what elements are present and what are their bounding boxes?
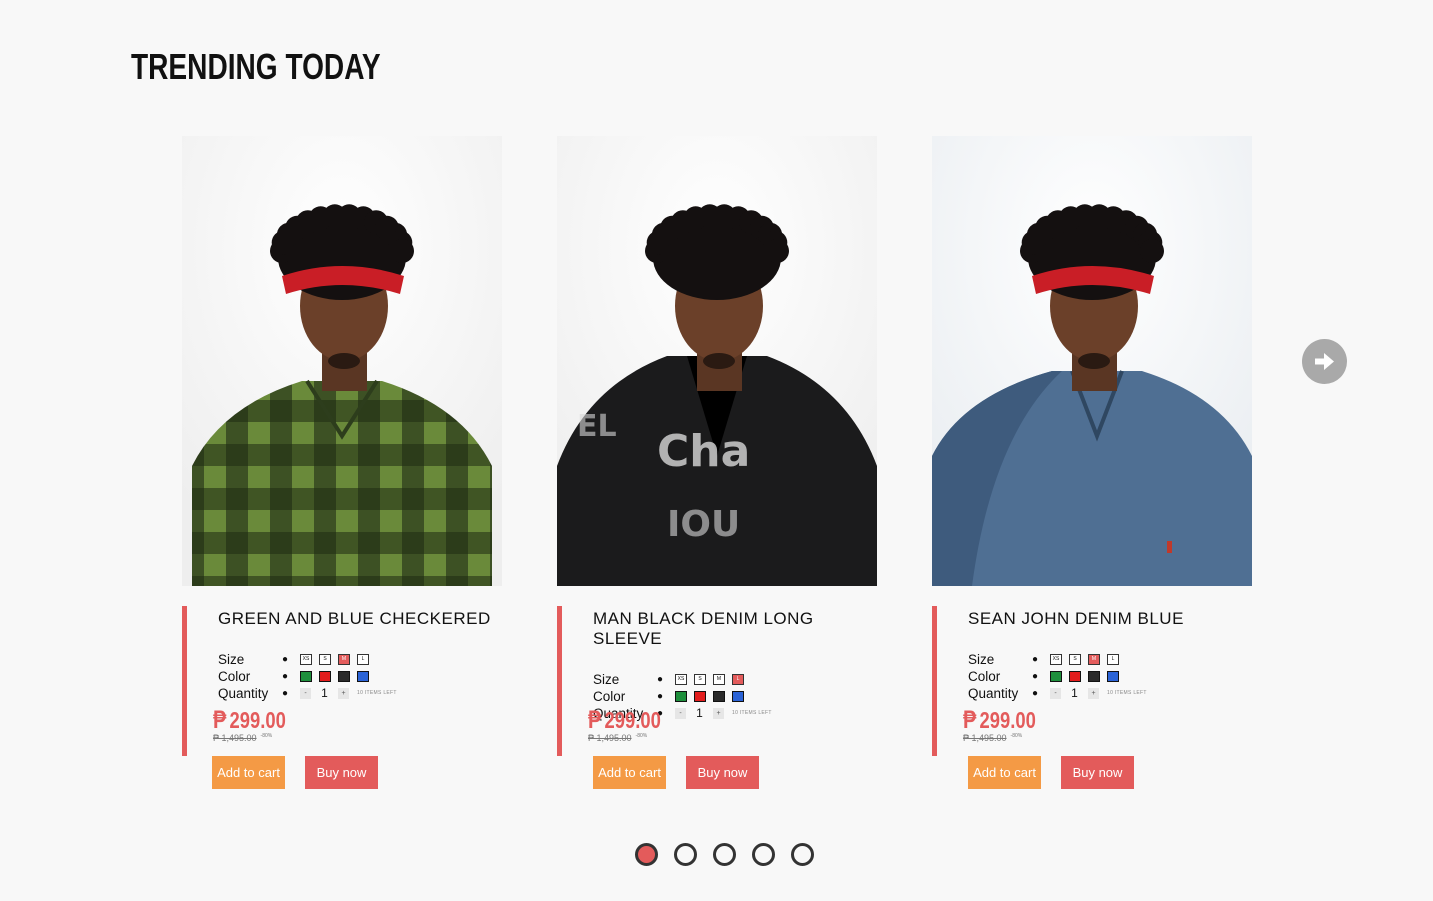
size-option-s[interactable]: S bbox=[319, 654, 331, 665]
discount-badge: -80% bbox=[1010, 733, 1023, 739]
quantity-value[interactable]: 1 bbox=[311, 685, 338, 702]
original-price-value: ₱ 1,495.00 bbox=[588, 733, 632, 743]
color-swatch[interactable] bbox=[1069, 671, 1081, 682]
product-name[interactable]: GREEN AND BLUE CHECKERED bbox=[218, 606, 502, 629]
buy-now-button[interactable]: Buy now bbox=[1061, 756, 1134, 789]
svg-text:EL: EL bbox=[577, 409, 617, 444]
product-info: GREEN AND BLUE CHECKERED Size ● XS S M L Color ●… bbox=[182, 606, 502, 756]
carousel-dot[interactable] bbox=[752, 843, 775, 866]
currency-symbol: ₱ bbox=[588, 706, 602, 734]
currency-symbol: ₱ bbox=[963, 706, 977, 734]
size-label: Size bbox=[218, 652, 245, 667]
size-option-s[interactable]: S bbox=[694, 674, 706, 685]
quantity-decrease-button[interactable]: - bbox=[1050, 688, 1061, 699]
size-option-l[interactable]: L bbox=[732, 674, 744, 685]
svg-text:IOU: IOU bbox=[667, 504, 740, 545]
buy-now-button[interactable]: Buy now bbox=[686, 756, 759, 789]
price-value: 299.00 bbox=[604, 707, 661, 733]
stock-left-text: 10 ITEMS LEFT bbox=[357, 690, 397, 696]
product-name[interactable]: MAN BLACK DENIM LONG SLEEVE bbox=[593, 606, 877, 649]
product-options: Size ● XS S M L Color ● Quantity ● -1 +10 ITEMS LEF… bbox=[218, 652, 397, 702]
carousel-next-button[interactable] bbox=[1302, 339, 1347, 384]
size-option-m[interactable]: M bbox=[713, 674, 725, 685]
add-to-cart-button[interactable]: Add to cart bbox=[593, 756, 666, 789]
product-card: GREEN AND BLUE CHECKERED Size ● XS S M L Color ●… bbox=[182, 136, 502, 789]
section-title: TRENDING TODAY bbox=[131, 46, 381, 87]
stock-left-text: 10 ITEMS LEFT bbox=[1107, 690, 1147, 696]
product-info: SEAN JOHN DENIM BLUE Size ● XS S M L Color ● Quan… bbox=[932, 606, 1252, 756]
size-option-xs[interactable]: XS bbox=[1050, 654, 1062, 665]
product-options: Size ● XS S M L Color ● Quantity ● -1 +10 ITEMS LEF… bbox=[968, 652, 1147, 702]
product-card: Cha EL IOU MAN BLACK DENIM LONG SLEEVE Size ●… bbox=[557, 136, 877, 789]
quantity-decrease-button[interactable]: - bbox=[300, 688, 311, 699]
color-swatch[interactable] bbox=[338, 671, 350, 682]
size-option-xs[interactable]: XS bbox=[300, 654, 312, 665]
size-label: Size bbox=[968, 652, 995, 667]
size-option-l[interactable]: L bbox=[1107, 654, 1119, 665]
original-price: ₱ 1,495.00 -80% bbox=[588, 733, 647, 743]
color-swatch[interactable] bbox=[300, 671, 312, 682]
color-swatch[interactable] bbox=[1107, 671, 1119, 682]
size-option-s[interactable]: S bbox=[1069, 654, 1081, 665]
add-to-cart-button[interactable]: Add to cart bbox=[968, 756, 1041, 789]
original-price-value: ₱ 1,495.00 bbox=[963, 733, 1007, 743]
size-option-xs[interactable]: XS bbox=[675, 674, 687, 685]
color-swatch[interactable] bbox=[1050, 671, 1062, 682]
carousel-dot[interactable] bbox=[791, 843, 814, 866]
color-swatch[interactable] bbox=[1088, 671, 1100, 682]
carousel-dot[interactable] bbox=[674, 843, 697, 866]
original-price: ₱ 1,495.00 -80% bbox=[213, 733, 272, 743]
price-value: 299.00 bbox=[229, 707, 286, 733]
quantity-decrease-button[interactable]: - bbox=[675, 708, 686, 719]
quantity-label: Quantity bbox=[968, 686, 1019, 701]
stock-left-text: 10 ITEMS LEFT bbox=[732, 710, 772, 716]
quantity-increase-button[interactable]: + bbox=[713, 708, 724, 719]
color-label: Color bbox=[218, 669, 251, 684]
product-name[interactable]: SEAN JOHN DENIM BLUE bbox=[968, 606, 1252, 629]
color-swatch[interactable] bbox=[732, 691, 744, 702]
carousel-dot[interactable] bbox=[713, 843, 736, 866]
product-price: ₱ 299.00 bbox=[213, 706, 286, 735]
discount-badge: -80% bbox=[635, 733, 648, 739]
quantity-value[interactable]: 1 bbox=[686, 705, 713, 722]
color-label: Color bbox=[593, 689, 626, 704]
currency-symbol: ₱ bbox=[213, 706, 227, 734]
product-price: ₱ 299.00 bbox=[588, 706, 661, 735]
color-swatch[interactable] bbox=[694, 691, 706, 702]
size-label: Size bbox=[593, 672, 620, 687]
original-price: ₱ 1,495.00 -80% bbox=[963, 733, 1022, 743]
carousel-dot[interactable] bbox=[635, 843, 658, 866]
color-swatch[interactable] bbox=[675, 691, 687, 702]
color-label: Color bbox=[968, 669, 1001, 684]
product-card: SEAN JOHN DENIM BLUE Size ● XS S M L Color ● Quan… bbox=[932, 136, 1252, 789]
buy-now-button[interactable]: Buy now bbox=[305, 756, 378, 789]
color-swatch[interactable] bbox=[713, 691, 725, 702]
arrow-right-icon bbox=[1315, 353, 1334, 370]
product-image[interactable] bbox=[932, 136, 1252, 586]
color-swatch[interactable] bbox=[357, 671, 369, 682]
color-swatch[interactable] bbox=[319, 671, 331, 682]
quantity-label: Quantity bbox=[218, 686, 269, 701]
original-price-value: ₱ 1,495.00 bbox=[213, 733, 257, 743]
quantity-increase-button[interactable]: + bbox=[338, 688, 349, 699]
size-option-l[interactable]: L bbox=[357, 654, 369, 665]
product-image[interactable]: Cha EL IOU bbox=[557, 136, 877, 586]
quantity-increase-button[interactable]: + bbox=[1088, 688, 1099, 699]
product-info: MAN BLACK DENIM LONG SLEEVE Size ● XS S M L Col… bbox=[557, 606, 877, 756]
add-to-cart-button[interactable]: Add to cart bbox=[212, 756, 285, 789]
product-price: ₱ 299.00 bbox=[963, 706, 1036, 735]
quantity-value[interactable]: 1 bbox=[1061, 685, 1088, 702]
price-value: 299.00 bbox=[979, 707, 1036, 733]
size-option-m[interactable]: M bbox=[1088, 654, 1100, 665]
carousel-pagination bbox=[635, 843, 814, 866]
svg-text:Cha: Cha bbox=[657, 426, 750, 477]
product-image[interactable] bbox=[182, 136, 502, 586]
size-option-m[interactable]: M bbox=[338, 654, 350, 665]
discount-badge: -80% bbox=[260, 733, 273, 739]
